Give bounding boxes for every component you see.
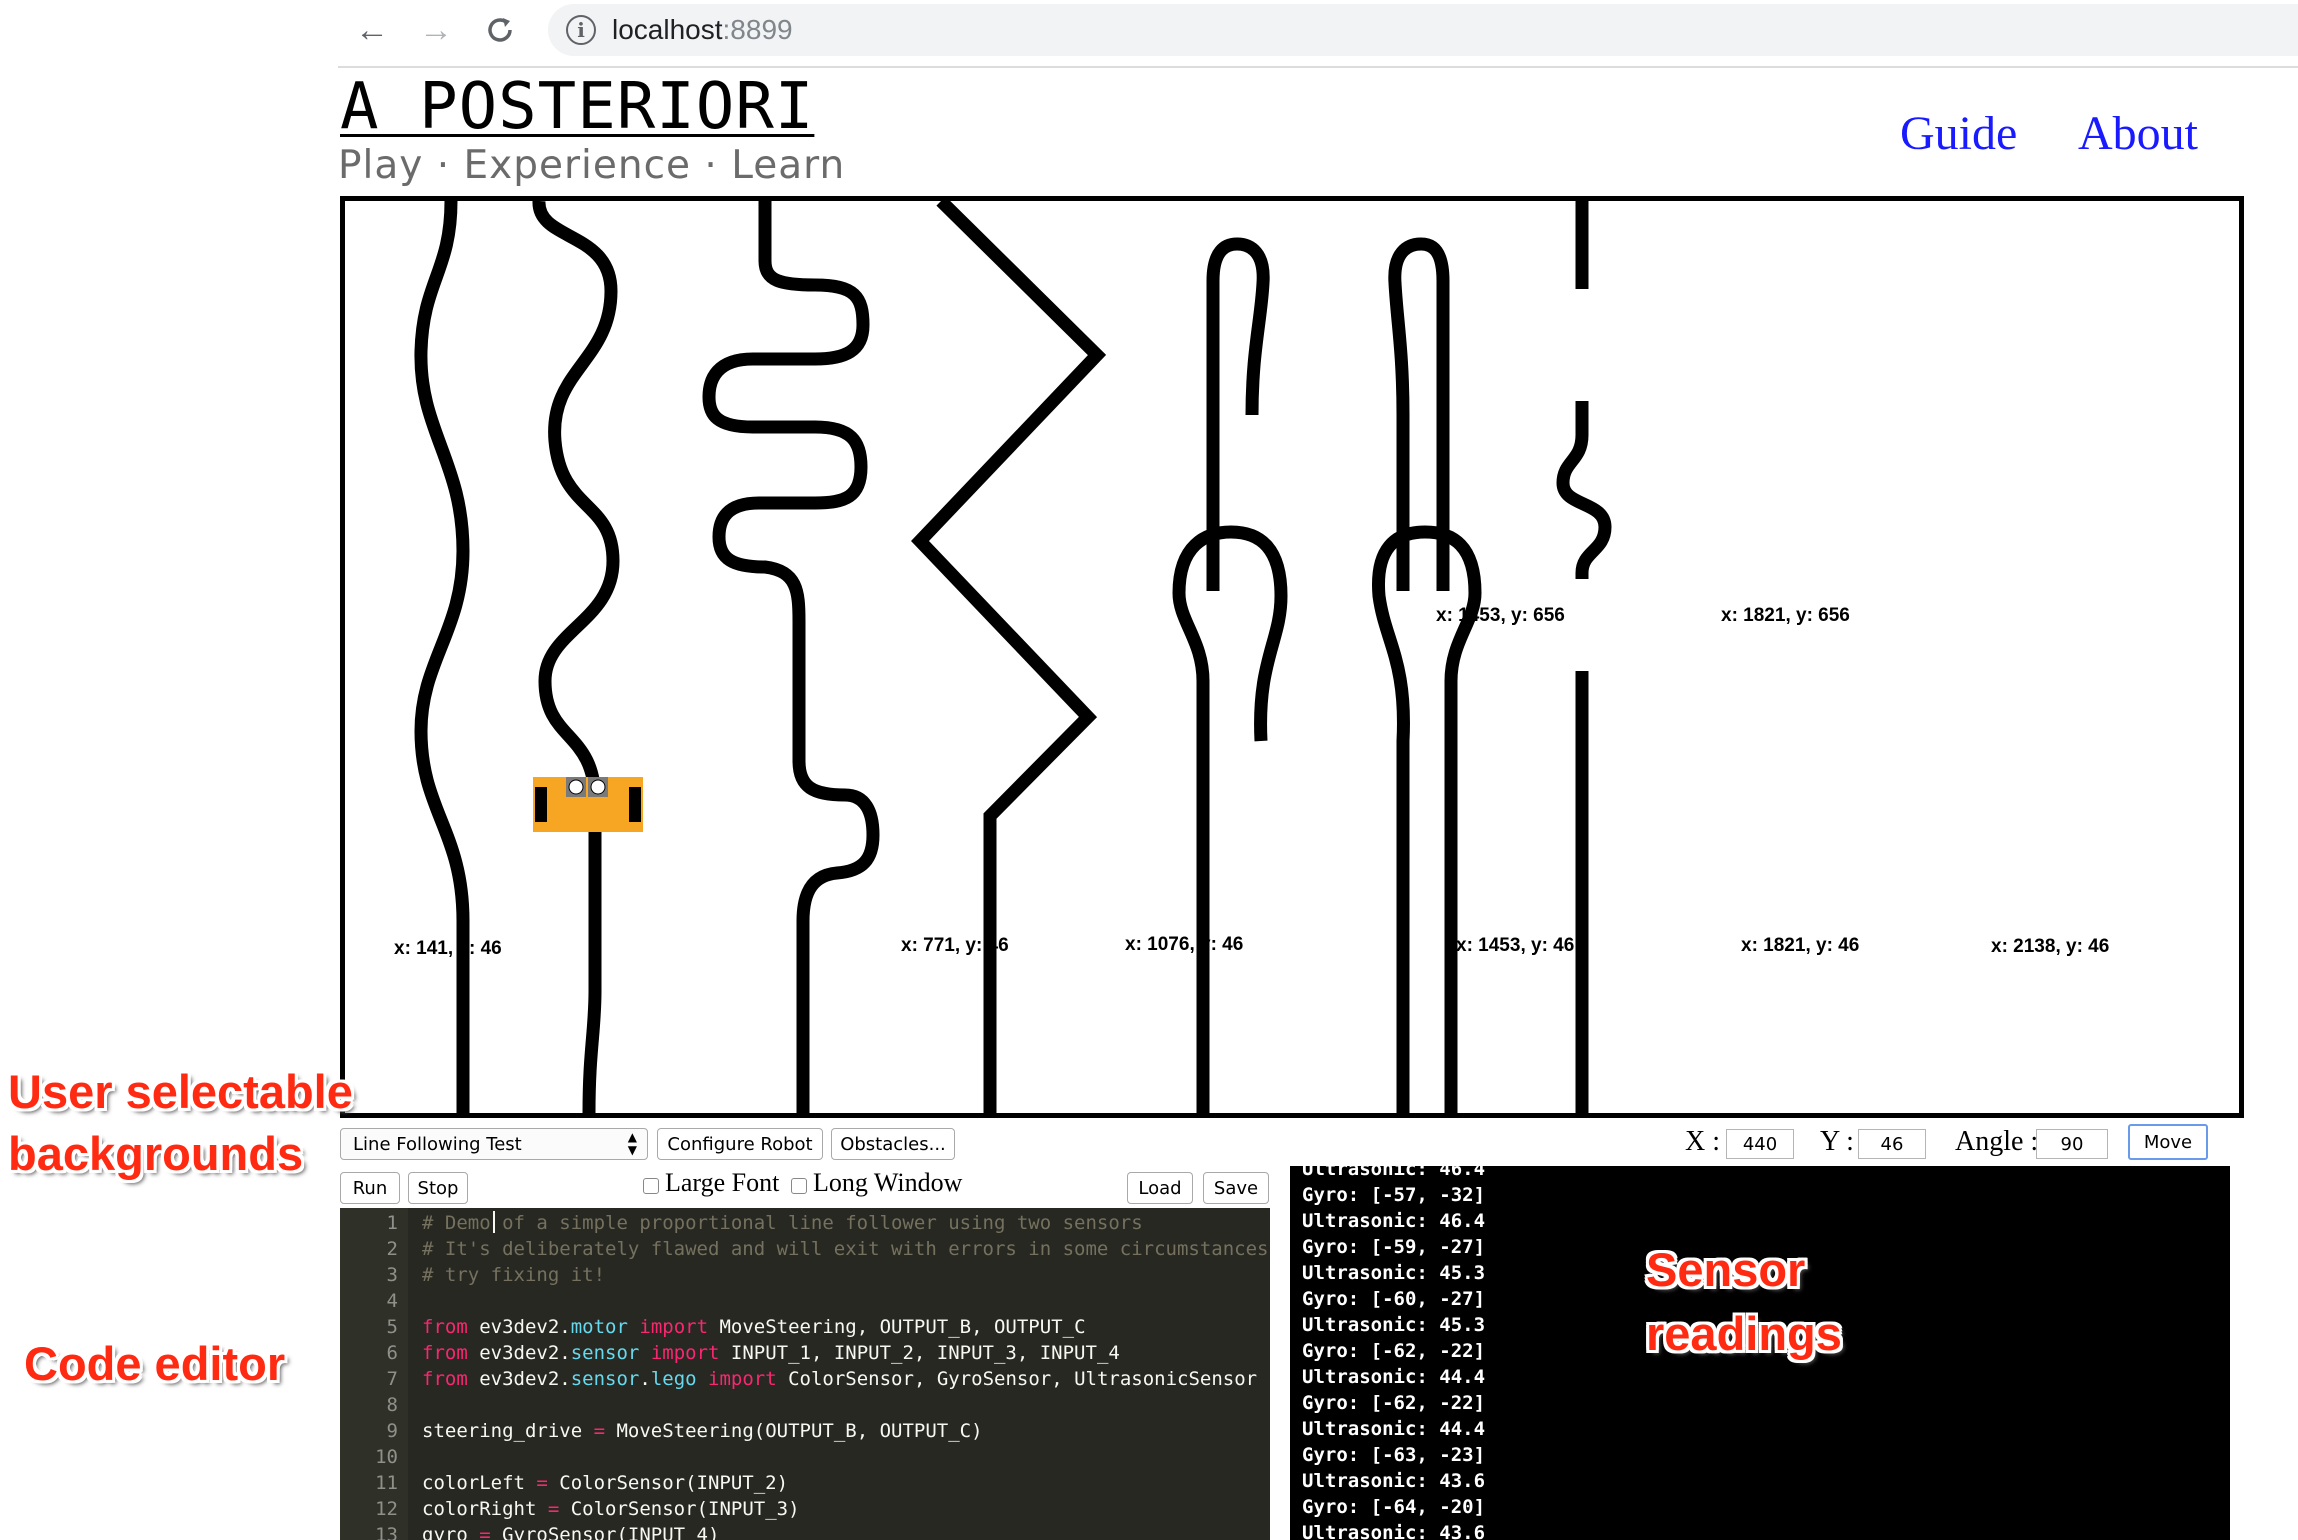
long-window-label: Long Window [813, 1168, 963, 1197]
x-input[interactable]: 440 [1726, 1129, 1794, 1159]
forward-arrow-icon[interactable]: → [414, 6, 458, 54]
line-number: 9 [386, 1420, 398, 1442]
console-line: Ultrasonic: 43.6 [1302, 1470, 1486, 1492]
updown-chevron-icon: ▲ ▼ [627, 1130, 637, 1157]
coord-label: x: 771, y: 46 [901, 935, 1009, 956]
angle-label: Angle : [1955, 1126, 2039, 1157]
coord-label: x: 1821, y: 656 [1721, 605, 1850, 626]
console-line: Gyro: [-64, -20] [1302, 1496, 1486, 1518]
line-number: 2 [386, 1238, 398, 1260]
console-line: Ultrasonic: 45.3 [1302, 1262, 1486, 1284]
code-line[interactable]: # Demo of a simple proportional line fol… [422, 1212, 1143, 1234]
line-number: 12 [375, 1498, 398, 1520]
coord-label: x: 141, y: 46 [394, 938, 502, 959]
run-button[interactable]: Run [340, 1172, 400, 1204]
console-line: Ultrasonic: 44.4 [1302, 1418, 1486, 1440]
annotation-backgrounds-line1: User selectable [8, 1065, 353, 1118]
simulation-field[interactable]: x: 1453, y: 656 x: 1821, y: 656 x: 141, … [340, 196, 2244, 1118]
angle-input[interactable]: 90 [2036, 1129, 2108, 1159]
line-number: 8 [386, 1394, 398, 1416]
background-select-value: Line Following Test [353, 1133, 522, 1155]
coord-label: x: 1821, y: 46 [1741, 935, 1860, 956]
code-line[interactable]: gyro = GyroSensor(INPUT_4) [422, 1524, 719, 1540]
code-line[interactable]: from ev3dev2.motor import MoveSteering, … [422, 1316, 1086, 1338]
annotation-code-editor: Code editor [24, 1337, 286, 1390]
stop-button[interactable]: Stop [408, 1172, 468, 1204]
console-line: Ultrasonic: 46.4 [1302, 1210, 1486, 1232]
save-button[interactable]: Save [1203, 1172, 1269, 1204]
annotation-sensor-line1: Sensor [1646, 1243, 1806, 1296]
console-line: Gyro: [-62, -22] [1302, 1392, 1486, 1414]
site-info-icon[interactable]: i [566, 15, 596, 45]
console-line: Gyro: [-57, -32] [1302, 1184, 1486, 1206]
line-number: 3 [386, 1264, 398, 1286]
coord-label: x: 2138, y: 46 [1991, 936, 2110, 957]
obstacles-button[interactable]: Obstacles... [831, 1128, 955, 1160]
code-line[interactable]: colorLeft = ColorSensor(INPUT_2) [422, 1472, 788, 1494]
guide-link[interactable]: Guide [1900, 106, 2017, 161]
code-editor[interactable]: 1 2 3 4 5 6 7 8 9 10 11 12 13 # Demo of a simple pro… [340, 1208, 1270, 1540]
x-label: X : [1685, 1126, 1720, 1157]
code-line[interactable]: # try fixing it! [422, 1264, 605, 1286]
line-number: 11 [375, 1472, 398, 1494]
long-window-checkbox[interactable] [791, 1178, 807, 1194]
track-squiggle [702, 201, 880, 1113]
url-port: :8899 [722, 14, 793, 45]
line-number: 13 [375, 1524, 398, 1540]
line-number: 1 [386, 1212, 398, 1234]
large-font-label: Large Font [665, 1168, 780, 1197]
track-wavy-1 [414, 201, 470, 1113]
annotation-sensor-line2: readings [1646, 1307, 1842, 1360]
code-line[interactable]: steering_drive = MoveSteering(OUTPUT_B, … [422, 1420, 983, 1442]
console-line: Gyro: [-59, -27] [1302, 1236, 1486, 1258]
console-line: Ultrasonic: 46.4 [1302, 1166, 1486, 1180]
text-cursor [493, 1211, 495, 1233]
about-link[interactable]: About [2078, 106, 2198, 161]
load-button[interactable]: Load [1127, 1172, 1193, 1204]
address-bar[interactable]: i localhost:8899 [548, 4, 2298, 56]
console-line: Ultrasonic: 44.4 [1302, 1366, 1486, 1388]
console-line: Ultrasonic: 45.3 [1302, 1314, 1486, 1336]
line-number: 6 [386, 1342, 398, 1364]
coord-label: x: 1076, y: 46 [1125, 934, 1244, 955]
track-wavy-2 [532, 201, 620, 1113]
annotation-backgrounds-line2: backgrounds [8, 1127, 304, 1180]
large-font-checkbox[interactable] [643, 1178, 659, 1194]
console-line: Gyro: [-62, -22] [1302, 1340, 1486, 1362]
line-number: 10 [375, 1446, 398, 1468]
configure-robot-button[interactable]: Configure Robot [657, 1128, 823, 1160]
line-number: 7 [386, 1368, 398, 1390]
code-line[interactable]: # It's deliberately flawed and will exit… [422, 1238, 1268, 1260]
console-line: Ultrasonic: 43.6 [1302, 1522, 1486, 1540]
line-number: 4 [386, 1290, 398, 1312]
coord-label: x: 1453, y: 46 [1456, 935, 1575, 956]
site-tagline: Play · Experience · Learn [338, 143, 846, 188]
back-arrow-icon[interactable]: ← [350, 6, 394, 54]
url-host: localhost [612, 14, 723, 45]
code-line[interactable]: from ev3dev2.sensor import INPUT_1, INPU… [422, 1342, 1120, 1364]
code-line[interactable]: from ev3dev2.sensor.lego import ColorSen… [422, 1368, 1257, 1390]
track-lines [414, 201, 1612, 1113]
reload-icon[interactable] [478, 6, 522, 54]
console-line: Gyro: [-63, -23] [1302, 1444, 1486, 1466]
console-line: Gyro: [-60, -27] [1302, 1288, 1486, 1310]
coord-label: x: 1453, y: 656 [1436, 605, 1565, 626]
y-input[interactable]: 46 [1858, 1129, 1926, 1159]
track-segment-mid [1556, 401, 1612, 579]
code-line[interactable]: colorRight = ColorSensor(INPUT_3) [422, 1498, 800, 1520]
track-zigzag [911, 201, 1107, 1113]
move-button[interactable]: Move [2128, 1124, 2208, 1160]
line-number: 5 [386, 1316, 398, 1338]
y-label: Y : [1820, 1126, 1854, 1157]
background-select[interactable]: Line Following Test ▲ ▼ [340, 1128, 648, 1160]
site-title[interactable]: A POSTERIORI [340, 68, 814, 146]
track-bulb-1 [1172, 525, 1288, 1113]
robot [533, 777, 643, 832]
